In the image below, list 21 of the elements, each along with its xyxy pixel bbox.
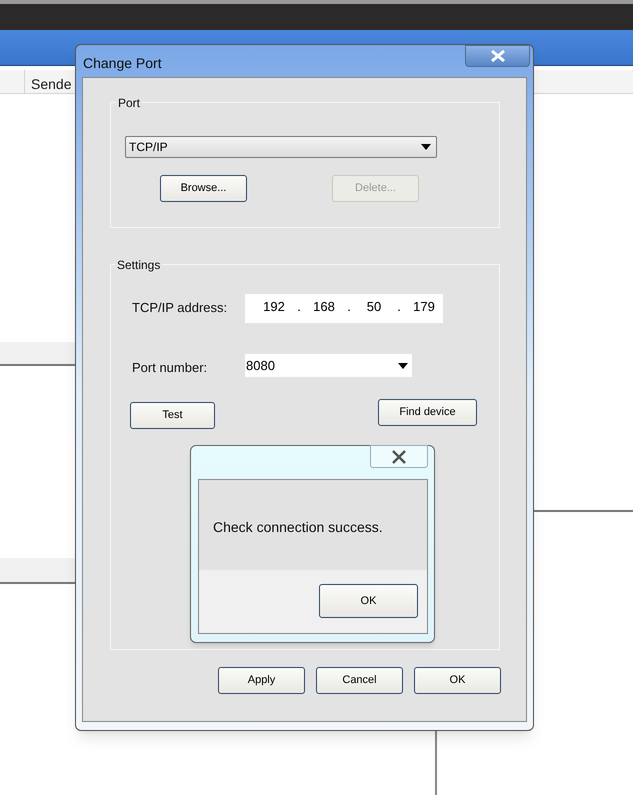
close-icon <box>391 450 407 464</box>
dialog-button[interactable]: OK <box>319 584 418 618</box>
message-text: Check connection success. <box>213 518 383 537</box>
port-number-dropdown[interactable]: 8080 <box>245 354 412 377</box>
close-button[interactable] <box>465 45 530 67</box>
column-header: Sende <box>31 75 72 94</box>
dropdown-arrow-icon <box>421 144 431 150</box>
ip-address-field[interactable]: 192 . 168 . 50 . 179 <box>245 294 443 323</box>
window-title: Change Port <box>83 54 162 73</box>
close-button[interactable] <box>370 445 428 468</box>
dialog-button[interactable]: Browse... <box>160 175 247 202</box>
dialog-button[interactable]: Cancel <box>316 667 403 694</box>
port-type-dropdown[interactable]: TCP/IP <box>125 136 437 158</box>
dialog-button[interactable]: Find device <box>378 399 477 426</box>
field-label: TCP/IP address: <box>132 299 228 317</box>
close-icon <box>490 50 504 62</box>
dialog-button[interactable]: OK <box>414 667 501 694</box>
field-label: Port number: <box>132 359 208 377</box>
dropdown-arrow-icon <box>398 362 408 368</box>
dialog-button[interactable]: Test <box>130 402 215 429</box>
dialog-button[interactable]: Apply <box>218 667 305 694</box>
